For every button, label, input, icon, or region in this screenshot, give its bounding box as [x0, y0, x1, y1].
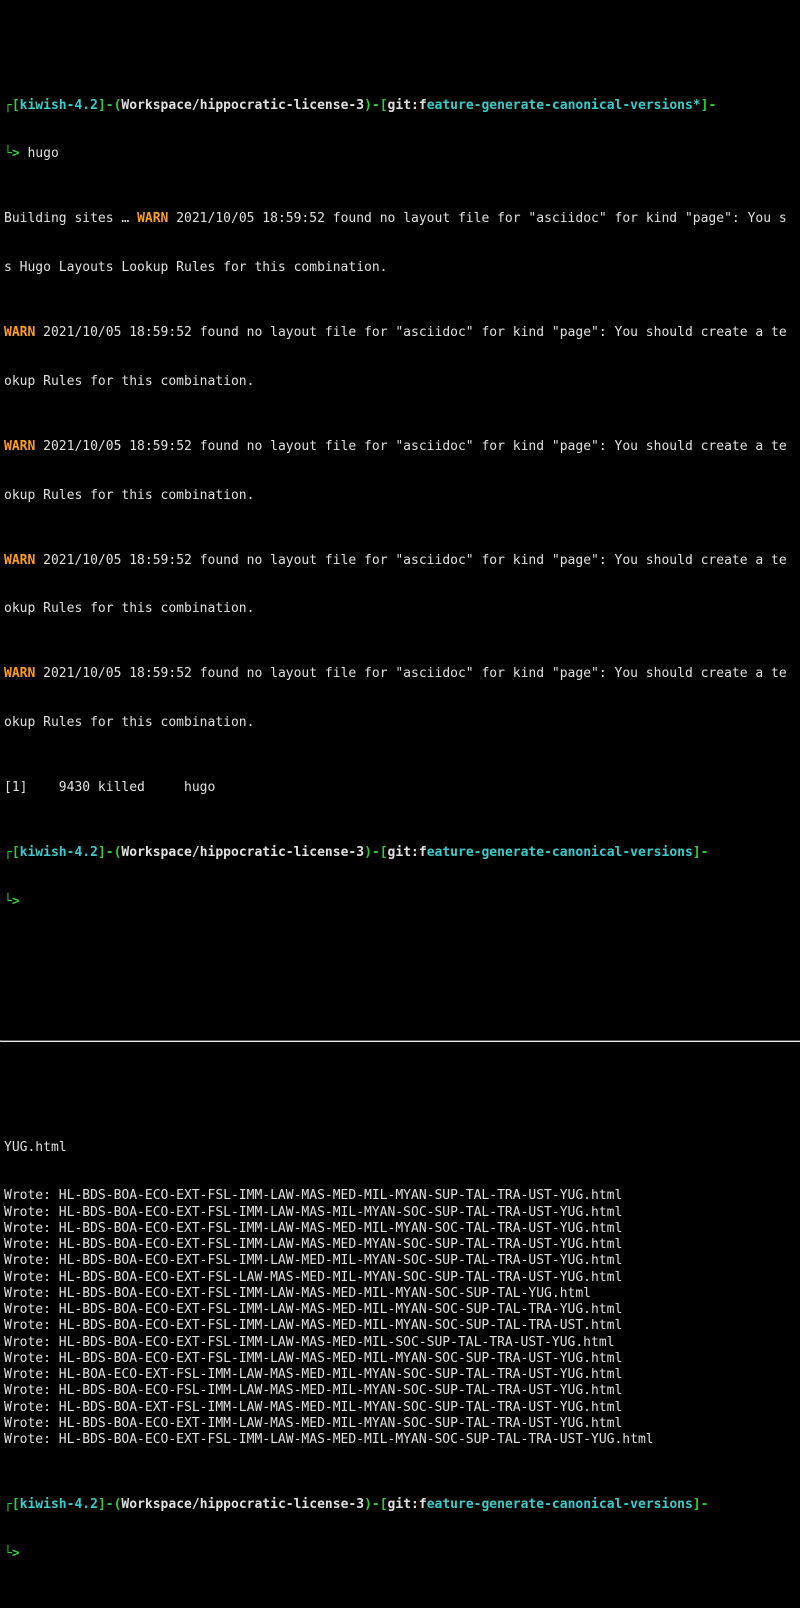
warn-label: WARN: [4, 553, 35, 568]
git-label: git:: [388, 98, 419, 113]
terminal[interactable]: ┌[kiwish-4.2]-(Workspace/hippocratic-lic…: [0, 0, 800, 1608]
prompt-host: kiwish-4.2: [20, 1497, 98, 1512]
prompt-line: ┌[kiwish-4.2]-(Workspace/hippocratic-lic…: [4, 1497, 796, 1513]
git-branch: eature-generate-canonical-versions*: [427, 98, 701, 113]
prompt-line: ┌[kiwish-4.2]-(Workspace/hippocratic-lic…: [4, 98, 796, 114]
output-line: Wrote: HL-BDS-BOA-ECO-EXT-FSL-IMM-LAW-MA…: [4, 1351, 796, 1367]
output-line: Wrote: HL-BDS-BOA-ECO-EXT-FSL-IMM-LAW-MA…: [4, 1237, 796, 1253]
output-line: Wrote: HL-BDS-BOA-ECO-EXT-FSL-IMM-LAW-MA…: [4, 1205, 796, 1221]
output-line: WARN 2021/10/05 18:59:52 found no layout…: [4, 666, 796, 682]
git-branch: eature-generate-canonical-versions: [427, 845, 693, 860]
output-line: okup Rules for this combination.: [4, 601, 796, 617]
output-line: Wrote: HL-BDS-BOA-ECO-EXT-FSL-IMM-LAW-MA…: [4, 1432, 796, 1448]
output-line: Wrote: HL-BDS-BOA-ECO-EXT-FSL-IMM-LAW-MA…: [4, 1188, 796, 1204]
prompt-host: kiwish-4.2: [20, 98, 98, 113]
warn-label: WARN: [4, 439, 35, 454]
output-line: Wrote: HL-BDS-BOA-ECO-EXT-FSL-IMM-LAW-ME…: [4, 1253, 796, 1269]
killed-line: [1] 9430 killed hugo: [4, 780, 796, 796]
prompt-open: ┌[: [4, 98, 20, 113]
warn-label: WARN: [4, 666, 35, 681]
prompt-cwd: Workspace/hippocratic-license-3: [121, 98, 364, 113]
output-line: Wrote: HL-BDS-BOA-ECO-EXT-FSL-LAW-MAS-ME…: [4, 1270, 796, 1286]
output-line: Wrote: HL-BDS-BOA-ECO-EXT-FSL-IMM-LAW-MA…: [4, 1335, 796, 1351]
output-line: okup Rules for this combination.: [4, 715, 796, 731]
output-line: Wrote: HL-BDS-BOA-ECO-EXT-FSL-IMM-LAW-MA…: [4, 1318, 796, 1334]
prompt-host: kiwish-4.2: [20, 845, 98, 860]
output-line: Wrote: HL-BDS-BOA-ECO-EXT-FSL-IMM-LAW-MA…: [4, 1302, 796, 1318]
prompt-cwd: Workspace/hippocratic-license-3: [121, 1497, 364, 1512]
prompt-line: ┌[kiwish-4.2]-(Workspace/hippocratic-lic…: [4, 845, 796, 861]
prompt-line2[interactable]: └>: [4, 894, 796, 910]
output-line: Building sites … WARN 2021/10/05 18:59:5…: [4, 211, 796, 227]
prompt-cwd: Workspace/hippocratic-license-3: [121, 845, 364, 860]
warn-label: WARN: [137, 211, 168, 226]
command-hugo: hugo: [20, 146, 59, 161]
prompt-line2[interactable]: └>: [4, 1546, 796, 1562]
pane-middle[interactable]: YUG.html Wrote: HL-BDS-BOA-ECO-EXT-FSL-I…: [0, 1107, 800, 1608]
output-line: s Hugo Layouts Lookup Rules for this com…: [4, 260, 796, 276]
output-line: WARN 2021/10/05 18:59:52 found no layout…: [4, 553, 796, 569]
output-line: Wrote: HL-BDS-BOA-ECO-EXT-FSL-IMM-LAW-MA…: [4, 1286, 796, 1302]
pane-top[interactable]: ┌[kiwish-4.2]-(Workspace/hippocratic-lic…: [0, 65, 800, 991]
prompt-line2: └> hugo: [4, 146, 796, 162]
output-line: okup Rules for this combination.: [4, 374, 796, 390]
output-line: WARN 2021/10/05 18:59:52 found no layout…: [4, 325, 796, 341]
output-line: Wrote: HL-BDS-BOA-EXT-FSL-IMM-LAW-MAS-ME…: [4, 1400, 796, 1416]
git-branch: eature-generate-canonical-versions: [427, 1497, 693, 1512]
wrote-lines: Wrote: HL-BDS-BOA-ECO-EXT-FSL-IMM-LAW-MA…: [4, 1188, 796, 1448]
output-line: YUG.html: [4, 1140, 796, 1156]
output-line: Wrote: HL-BDS-BOA-ECO-EXT-FSL-IMM-LAW-MA…: [4, 1221, 796, 1237]
warn-label: WARN: [4, 325, 35, 340]
output-line: Wrote: HL-BDS-BOA-ECO-FSL-IMM-LAW-MAS-ME…: [4, 1383, 796, 1399]
output-line: Wrote: HL-BDS-BOA-ECO-EXT-IMM-LAW-MAS-ME…: [4, 1416, 796, 1432]
output-line: okup Rules for this combination.: [4, 488, 796, 504]
output-line: Wrote: HL-BOA-ECO-EXT-FSL-IMM-LAW-MAS-ME…: [4, 1367, 796, 1383]
pane-divider: [0, 1040, 800, 1042]
output-line: WARN 2021/10/05 18:59:52 found no layout…: [4, 439, 796, 455]
